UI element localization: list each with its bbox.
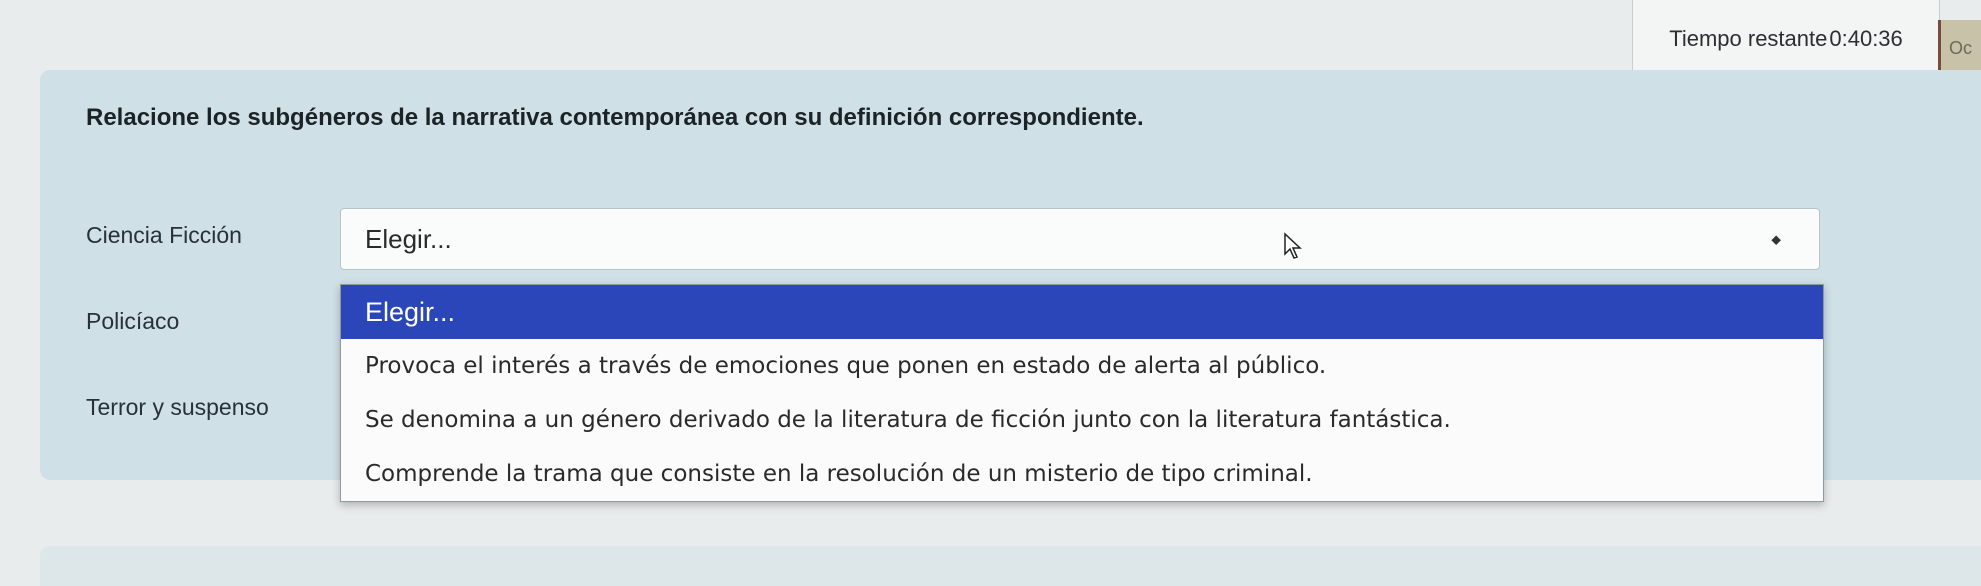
dropdown-option-ciencia-ficcion[interactable]: Se denomina a un género derivado de la l…: [341, 393, 1823, 447]
dropdown-list: Elegir... Provoca el interés a través de…: [340, 284, 1824, 502]
time-remaining-value: 0:40:36: [1829, 26, 1903, 51]
question-text: Relacione los subgéneros de la narrativa…: [86, 104, 1144, 131]
match-row-label-terror-suspenso: Terror y suspenso: [86, 394, 269, 420]
mouse-cursor-icon: [1284, 232, 1302, 259]
match-row-label-policiaco: Policíaco: [86, 308, 180, 334]
time-remaining: Tiempo restante 0:40:36: [1632, 0, 1940, 79]
dropdown-option-terror[interactable]: Provoca el interés a través de emociones…: [341, 339, 1823, 393]
dropdown-option-policiaco[interactable]: Comprende la trama que consiste en la re…: [341, 447, 1823, 501]
caret-icon: ⬥: [1771, 231, 1781, 247]
time-remaining-label: Tiempo restante: [1669, 26, 1828, 51]
answer-select-ciencia-ficcion[interactable]: Elegir... ⬥: [340, 208, 1820, 270]
hide-timer-button[interactable]: Oc: [1938, 20, 1981, 76]
select-value: Elegir...: [365, 223, 452, 254]
next-question-card: [40, 546, 1981, 586]
dropdown-option-elegir[interactable]: Elegir...: [341, 285, 1823, 339]
match-row-label-ciencia-ficcion: Ciencia Ficción: [86, 222, 242, 248]
